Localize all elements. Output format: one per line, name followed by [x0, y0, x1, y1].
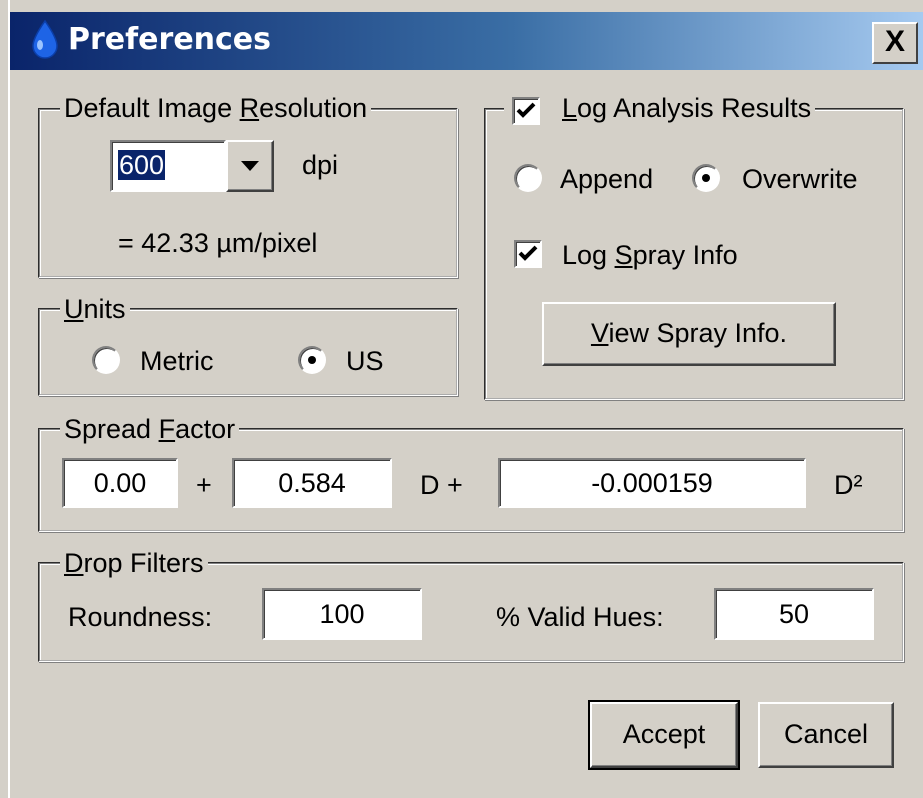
units-group-label: Units	[60, 294, 130, 324]
us-radio-dot	[308, 356, 316, 364]
metric-radio[interactable]	[92, 346, 120, 374]
accept-button[interactable]: Accept	[588, 700, 740, 770]
overwrite-radio-dot	[702, 174, 710, 182]
us-radio[interactable]	[298, 346, 326, 374]
chevron-down-icon	[241, 161, 259, 171]
dpi-value: 600	[118, 150, 166, 180]
resolution-group-label: Default Image Resolution	[60, 93, 372, 123]
metric-label[interactable]: Metric	[140, 346, 214, 376]
log-results-label[interactable]: Log Analysis Results	[558, 93, 816, 123]
spread-c0-field[interactable]: 0.00	[62, 458, 178, 508]
dpi-dropdown-button[interactable]	[226, 140, 274, 192]
window-left-edge	[0, 0, 10, 798]
d-squared-label: D²	[834, 470, 863, 500]
dpi-unit-label: dpi	[302, 150, 339, 180]
drop-filters-label: Drop Filters	[60, 548, 208, 578]
us-label[interactable]: US	[346, 346, 384, 376]
checkmark-icon	[518, 245, 538, 261]
log-spray-label[interactable]: Log Spray Info	[562, 240, 738, 270]
dpi-combo-input[interactable]: 600	[110, 140, 226, 192]
drop-icon	[32, 19, 58, 59]
resolution-conversion: = 42.33 µm/pixel	[118, 228, 318, 258]
valid-hues-field[interactable]: 50	[714, 588, 874, 640]
append-radio[interactable]	[514, 164, 542, 192]
spread-c2-field[interactable]: -0.000159	[498, 458, 806, 508]
spread-c1-field[interactable]: 0.584	[232, 458, 392, 508]
d-plus-label: D +	[420, 470, 463, 500]
roundness-label: Roundness:	[68, 602, 213, 632]
cancel-button[interactable]: Cancel	[758, 702, 894, 768]
window-title: Preferences	[68, 22, 272, 57]
close-button[interactable]: X	[872, 22, 918, 64]
log-spray-checkbox[interactable]	[514, 240, 542, 268]
view-spray-info-button[interactable]: View Spray Info.	[542, 302, 836, 366]
overwrite-radio[interactable]	[692, 164, 720, 192]
spread-factor-label: Spread Factor	[60, 414, 240, 444]
checkmark-icon	[516, 102, 536, 118]
overwrite-label[interactable]: Overwrite	[742, 164, 858, 194]
append-label[interactable]: Append	[560, 164, 653, 194]
plus-label: +	[196, 470, 212, 500]
valid-hues-label: % Valid Hues:	[496, 602, 664, 632]
roundness-field[interactable]: 100	[262, 588, 422, 640]
log-results-checkbox[interactable]	[512, 97, 540, 125]
